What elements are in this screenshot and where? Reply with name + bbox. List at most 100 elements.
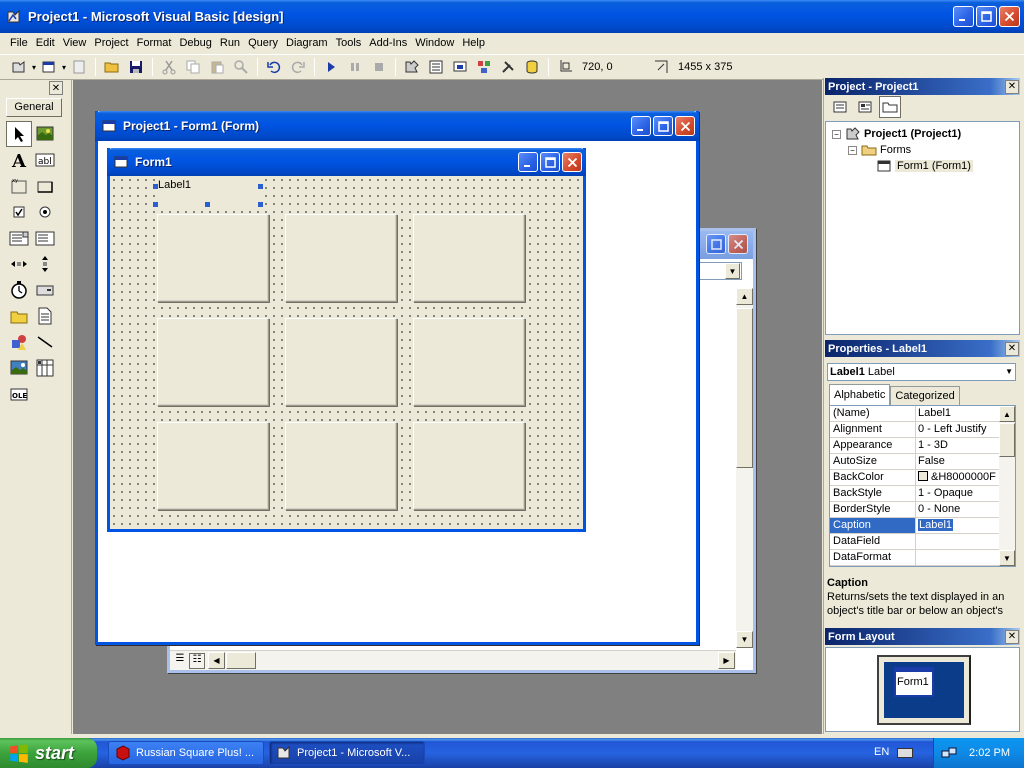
form1-window[interactable]: Form1 Label1 — [107, 148, 586, 532]
tree-form1-item[interactable]: Form1 (Form1) — [876, 158, 973, 174]
paste-button[interactable] — [206, 56, 228, 78]
pointer-icon[interactable] — [6, 121, 32, 147]
property-value-caption[interactable]: Label1 — [916, 518, 1000, 533]
menu-run[interactable]: Run — [216, 37, 244, 49]
scroll-down-icon[interactable]: ▼ — [999, 550, 1015, 566]
background-maximize-button[interactable] — [706, 234, 726, 254]
property-value[interactable]: 0 - None — [916, 502, 1000, 517]
menu-project[interactable]: Project — [90, 37, 132, 49]
property-value[interactable]: 1 - Opaque — [916, 486, 1000, 501]
properties-window-button[interactable] — [425, 56, 447, 78]
network-icon[interactable] — [941, 745, 957, 761]
view-object-button[interactable] — [854, 96, 876, 118]
menu-diagram[interactable]: Diagram — [282, 37, 332, 49]
end-button[interactable] — [368, 56, 390, 78]
project-panel-close-button[interactable]: ✕ — [1005, 79, 1019, 94]
menu-query[interactable]: Query — [244, 37, 282, 49]
property-row-borderstyle[interactable]: BorderStyle 0 - None — [830, 502, 1000, 518]
minimize-button[interactable] — [953, 6, 974, 27]
code-hscrollbar[interactable]: ☰ ☷ ◀ ▶ — [170, 650, 736, 670]
form1-client-area[interactable]: Label1 — [110, 176, 583, 529]
toolbox-tab-general[interactable]: General — [6, 98, 62, 117]
checkbox-icon[interactable] — [6, 199, 32, 225]
picturebox-icon[interactable] — [32, 121, 58, 147]
command-button[interactable] — [285, 214, 397, 302]
menu-debug[interactable]: Debug — [175, 37, 215, 49]
tree-forms-folder[interactable]: − Forms — [848, 142, 911, 158]
procedure-combo[interactable]: ▼ — [698, 262, 742, 280]
property-vscroll-thumb[interactable] — [999, 423, 1015, 457]
chevron-down-icon[interactable]: ▼ — [725, 263, 740, 279]
selection-handle[interactable] — [153, 184, 158, 189]
property-value[interactable]: Label1 — [918, 519, 954, 531]
collapse-icon[interactable]: − — [832, 129, 841, 139]
toolbox-button[interactable] — [497, 56, 519, 78]
toggle-folders-button[interactable] — [879, 96, 901, 118]
start-run-button[interactable] — [320, 56, 342, 78]
code-hscroll-thumb[interactable] — [226, 652, 256, 669]
scroll-up-icon[interactable]: ▲ — [999, 406, 1015, 422]
textbox-icon[interactable]: abl — [32, 147, 58, 173]
tab-alphabetic[interactable]: Alphabetic — [829, 384, 891, 405]
command-button[interactable] — [413, 422, 525, 510]
menu-format[interactable]: Format — [133, 37, 176, 49]
code-vscrollbar[interactable]: ▲ ▼ — [736, 288, 753, 648]
tree-root[interactable]: − Project1 (Project1) — [832, 126, 961, 142]
commandbutton-icon[interactable] — [32, 173, 58, 199]
image-icon[interactable] — [6, 355, 32, 381]
property-value[interactable] — [916, 534, 1000, 549]
property-row-caption[interactable]: Caption Label1 — [830, 518, 1000, 534]
vscrollbar-icon[interactable] — [32, 251, 58, 277]
break-button[interactable] — [344, 56, 366, 78]
scroll-right-icon[interactable]: ▶ — [718, 652, 735, 669]
property-row-appearance[interactable]: Appearance 1 - 3D — [830, 438, 1000, 454]
form-layout-close-button[interactable]: ✕ — [1005, 629, 1019, 644]
filelistbox-icon[interactable] — [32, 303, 58, 329]
menu-window[interactable]: Window — [411, 37, 458, 49]
selection-handle[interactable] — [153, 202, 158, 207]
cut-button[interactable] — [158, 56, 180, 78]
add-project-button[interactable] — [8, 56, 30, 78]
listbox-icon[interactable] — [32, 225, 58, 251]
command-button[interactable] — [285, 318, 397, 406]
dropdown-arrow-icon[interactable]: ▾ — [62, 63, 66, 72]
combobox-icon[interactable] — [6, 225, 32, 251]
menu-edit[interactable]: Edit — [32, 37, 59, 49]
property-row-autosize[interactable]: AutoSize False — [830, 454, 1000, 470]
object-browser-button[interactable] — [473, 56, 495, 78]
menu-tools[interactable]: Tools — [332, 37, 366, 49]
menu-editor-button[interactable] — [68, 56, 90, 78]
selection-handle[interactable] — [205, 202, 210, 207]
undo-button[interactable] — [263, 56, 285, 78]
view-code-button[interactable] — [829, 96, 851, 118]
designer-close-button[interactable] — [675, 116, 695, 136]
command-button[interactable] — [413, 318, 525, 406]
form1-minimize-button[interactable] — [518, 152, 538, 172]
redo-button[interactable] — [287, 56, 309, 78]
property-row-alignment[interactable]: Alignment 0 - Left Justify — [830, 422, 1000, 438]
shape-icon[interactable] — [6, 329, 32, 355]
open-button[interactable] — [101, 56, 123, 78]
taskbar-item-russian-square[interactable]: Russian Square Plus! ... — [108, 741, 264, 765]
timer-icon[interactable] — [6, 277, 32, 303]
maximize-button[interactable] — [976, 6, 997, 27]
property-value[interactable]: 1 - 3D — [916, 438, 1000, 453]
properties-panel-header[interactable]: Properties - Label1 ✕ — [825, 340, 1020, 357]
clock[interactable]: 2:02 PM — [969, 747, 1010, 759]
property-row-datafield[interactable]: DataField — [830, 534, 1000, 550]
dirlistbox-icon[interactable] — [6, 303, 32, 329]
property-value[interactable]: Label1 — [916, 406, 1000, 421]
command-button[interactable] — [285, 422, 397, 510]
tab-categorized[interactable]: Categorized — [890, 386, 960, 405]
command-button[interactable] — [157, 214, 269, 302]
full-module-view-icon[interactable]: ☷ — [189, 653, 205, 669]
command-button[interactable] — [157, 422, 269, 510]
properties-panel-close-button[interactable]: ✕ — [1005, 341, 1019, 356]
form1-close-button[interactable] — [562, 152, 582, 172]
property-row-backstyle[interactable]: BackStyle 1 - Opaque — [830, 486, 1000, 502]
property-value-backcolor[interactable]: &H8000000F — [916, 470, 1000, 485]
designer-minimize-button[interactable] — [631, 116, 651, 136]
designer-title-bar[interactable]: Project1 - Form1 (Form) — [95, 111, 699, 141]
property-row-backcolor[interactable]: BackColor &H8000000F — [830, 470, 1000, 486]
property-vscrollbar[interactable]: ▲ ▼ — [999, 406, 1015, 566]
